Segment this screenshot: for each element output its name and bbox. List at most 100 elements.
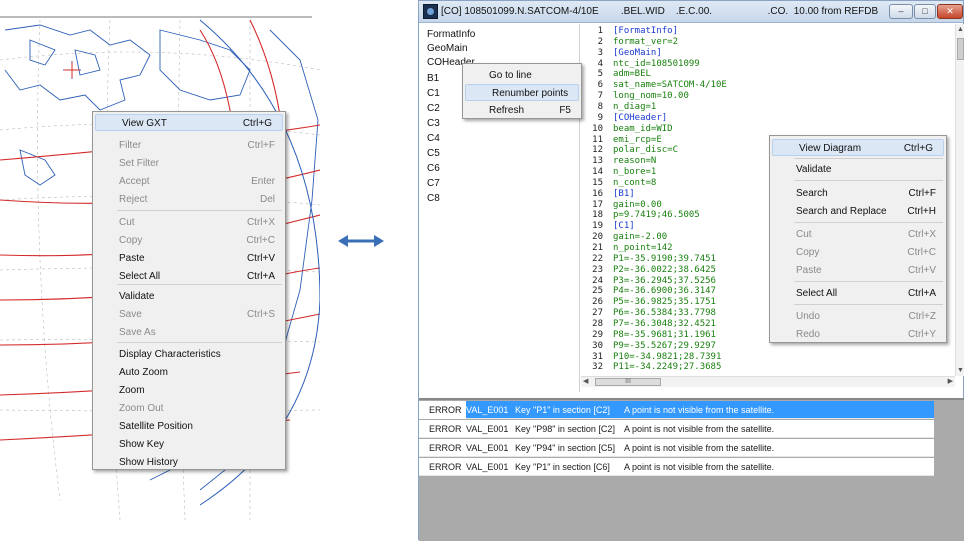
line-number: 28: [592, 318, 603, 329]
menu-item-cut[interactable]: Cut Ctrl+X: [770, 226, 946, 243]
error-type: ERROR: [429, 462, 462, 472]
code-line: [B1]: [613, 188, 635, 199]
menu-item-filter[interactable]: Filter Ctrl+F: [93, 137, 285, 154]
menu-item-renumber-points[interactable]: Renumber points: [465, 84, 579, 101]
code-line: P7=-36.3048;32.4521: [613, 318, 716, 329]
error-where: Key "P1" in section [C2]: [515, 405, 610, 415]
vertical-scroll-thumb[interactable]: [957, 38, 964, 60]
horizontal-scroll-thumb[interactable]: III: [595, 378, 661, 386]
scroll-right-icon[interactable]: ▶: [948, 377, 953, 385]
menu-item-save-as[interactable]: Save As: [93, 324, 285, 341]
menu-item-reject[interactable]: Reject Del: [93, 191, 285, 208]
tree-item-geomain[interactable]: GeoMain: [427, 42, 468, 56]
menu-item-label: Show Key: [119, 439, 165, 450]
menu-item-search[interactable]: Search Ctrl+F: [770, 185, 946, 202]
error-where: Key "P98" in section [C2]: [515, 424, 615, 434]
line-number: 27: [592, 308, 603, 319]
menu-item-label: Filter: [119, 140, 142, 151]
menu-item-shortcut: Enter: [251, 176, 275, 187]
menu-item-copy[interactable]: Copy Ctrl+C: [770, 244, 946, 261]
tree-item-b1[interactable]: B1: [427, 72, 439, 86]
menu-item-label: Go to line: [489, 70, 532, 81]
menu-item-display-characteristics[interactable]: Display Characteristics: [93, 346, 285, 363]
code-line: n_diag=1: [613, 101, 657, 112]
code-line: polar_disc=C: [613, 145, 679, 156]
menu-item-label: Paste: [119, 253, 145, 264]
maximize-button[interactable]: □: [914, 4, 936, 19]
menu-item-shortcut: Ctrl+C: [907, 247, 936, 258]
tree-item-c2[interactable]: C2: [427, 102, 440, 116]
tree-item-c4[interactable]: C4: [427, 132, 440, 146]
menu-item-save[interactable]: Save Ctrl+S: [93, 306, 285, 323]
scroll-left-icon[interactable]: ◀: [583, 377, 588, 385]
error-code: VAL_E001: [466, 443, 509, 453]
line-number: 14: [592, 167, 603, 178]
menu-item-cut[interactable]: Cut Ctrl+X: [93, 214, 285, 231]
menu-item-validate[interactable]: Validate: [93, 288, 285, 305]
error-row[interactable]: ERROR VAL_E001 Key "P1" in section [C2] A p…: [419, 401, 934, 419]
line-number: 11: [592, 134, 603, 145]
menu-item-paste[interactable]: Paste Ctrl+V: [93, 250, 285, 267]
menu-item-zoom[interactable]: Zoom: [93, 382, 285, 399]
error-type: ERROR: [429, 443, 462, 453]
line-number: 19: [592, 221, 603, 232]
menu-item-refresh[interactable]: Refresh F5: [463, 102, 581, 119]
menu-item-label: Zoom Out: [119, 403, 164, 414]
menu-item-select-all[interactable]: Select All Ctrl+A: [770, 285, 946, 302]
menu-separator: [794, 158, 943, 159]
menu-item-copy[interactable]: Copy Ctrl+C: [93, 232, 285, 249]
tree-item-c6[interactable]: C6: [427, 162, 440, 176]
tree-item-c5[interactable]: C5: [427, 147, 440, 161]
line-number: 32: [592, 362, 603, 373]
code-line: [C1]: [613, 221, 635, 232]
menu-item-shortcut: Ctrl+A: [907, 288, 936, 299]
menu-item-select-all[interactable]: Select All Ctrl+A: [93, 268, 285, 285]
scroll-up-icon[interactable]: ▲: [957, 26, 964, 33]
line-number: 8: [597, 101, 603, 112]
horizontal-scrollbar[interactable]: ◀ III ▶: [581, 376, 955, 387]
menu-item-set-filter[interactable]: Set Filter: [93, 155, 285, 172]
line-number: 3: [597, 47, 603, 58]
scroll-down-icon[interactable]: ▼: [957, 367, 964, 374]
menu-item-auto-zoom[interactable]: Auto Zoom: [93, 364, 285, 381]
tree-item-c7[interactable]: C7: [427, 177, 440, 191]
code-line: p=9.7419;46.5005: [613, 210, 700, 221]
menu-item-undo[interactable]: Undo Ctrl+Z: [770, 308, 946, 325]
menu-item-paste[interactable]: Paste Ctrl+V: [770, 262, 946, 279]
menu-item-satellite-position[interactable]: Satellite Position: [93, 418, 285, 435]
vertical-scrollbar[interactable]: ▲ ▼: [955, 24, 964, 376]
menu-item-accept[interactable]: Accept Enter: [93, 173, 285, 190]
title-bar[interactable]: [CO] 108501099.N.SATCOM-4/10E .BEL.WID .…: [419, 1, 963, 23]
menu-item-zoom-out[interactable]: Zoom Out: [93, 400, 285, 417]
menu-item-shortcut: Ctrl+G: [242, 118, 272, 129]
tree-item-c8[interactable]: C8: [427, 192, 440, 206]
line-number: 29: [592, 329, 603, 340]
error-row[interactable]: ERROR VAL_E001 Key "P98" in section [C2] A …: [419, 420, 934, 438]
error-code: VAL_E001: [466, 462, 509, 472]
close-button[interactable]: ✕: [937, 4, 963, 19]
line-number: 13: [592, 156, 603, 167]
tree-item-c1[interactable]: C1: [427, 87, 440, 101]
minimize-button[interactable]: –: [889, 4, 913, 19]
menu-item-label: Set Filter: [119, 158, 160, 169]
menu-item-label: Accept: [119, 176, 150, 187]
menu-item-validate[interactable]: Validate: [770, 161, 946, 178]
menu-item-show-history[interactable]: Show History: [93, 454, 285, 471]
menu-item-view-diagram[interactable]: View Diagram Ctrl+G: [772, 139, 944, 156]
menu-item-redo[interactable]: Redo Ctrl+Y: [770, 326, 946, 343]
code-line: [FormatInfo]: [613, 26, 679, 36]
error-row[interactable]: ERROR VAL_E001 Key "P1" in section [C6] A p…: [419, 458, 934, 476]
code-line: [COHeader]: [613, 112, 668, 123]
tree-item-formatinfo[interactable]: FormatInfo: [427, 28, 475, 42]
code-line: reason=N: [613, 156, 657, 167]
code-line: sat_name=SATCOM-4/10E: [613, 80, 727, 91]
menu-item-shortcut: Ctrl+C: [246, 235, 275, 246]
menu-item-view-gxt[interactable]: View GXT Ctrl+G: [95, 114, 283, 131]
menu-item-go-to-line[interactable]: Go to line: [463, 67, 581, 84]
menu-item-search-and-replace[interactable]: Search and Replace Ctrl+H: [770, 203, 946, 220]
error-row[interactable]: ERROR VAL_E001 Key "P94" in section [C5] A …: [419, 439, 934, 457]
double-arrow-icon: [338, 235, 384, 247]
menu-item-label: Save As: [119, 327, 156, 338]
tree-item-c3[interactable]: C3: [427, 117, 440, 131]
menu-item-show-key[interactable]: Show Key: [93, 436, 285, 453]
